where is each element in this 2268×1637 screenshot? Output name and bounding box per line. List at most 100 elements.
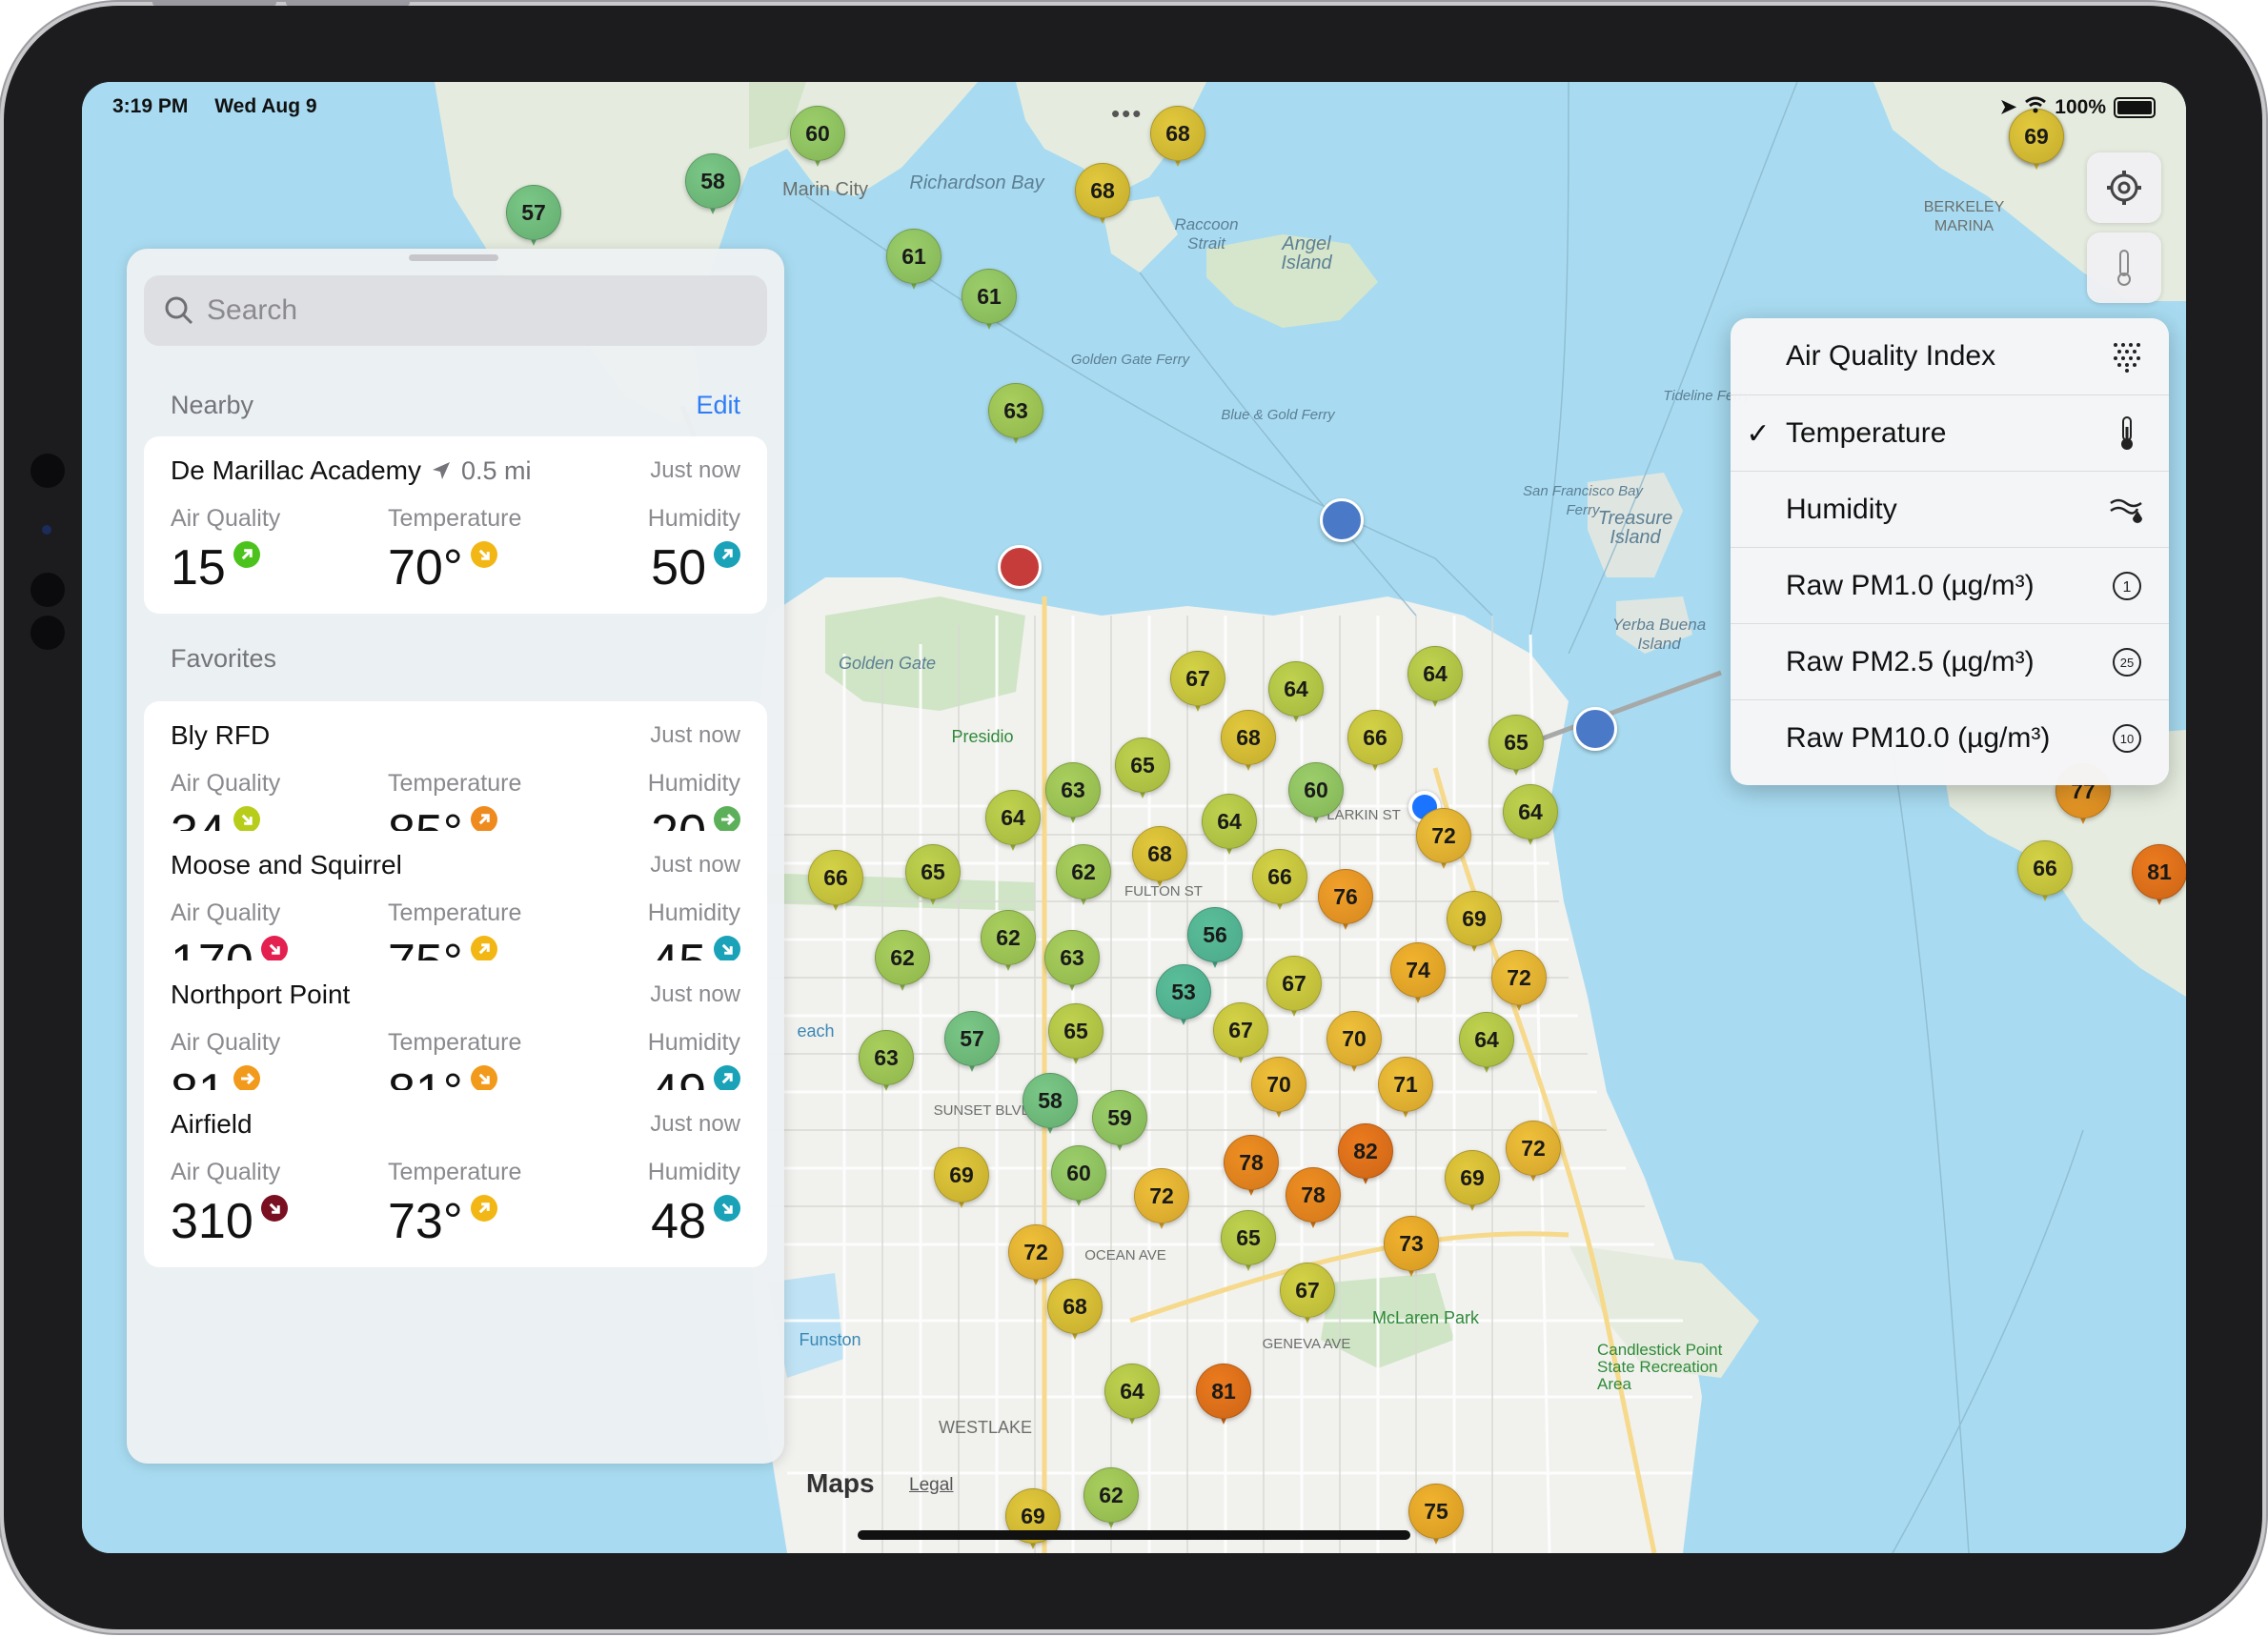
nearby-header: Nearby: [171, 391, 254, 419]
menu-item-pm10[interactable]: Raw PM10.0 (µg/m³) 10: [1731, 699, 2169, 777]
temperature-pin[interactable]: 74: [1390, 942, 1446, 1009]
location-name-row: De Marillac Academy 0.5 mi: [171, 455, 532, 486]
menu-item-pm25[interactable]: Raw PM2.5 (µg/m³) 25: [1731, 623, 2169, 700]
menu-item-temperature[interactable]: ✓ Temperature: [1731, 394, 2169, 472]
temperature-pin[interactable]: 69: [934, 1147, 989, 1214]
search-field[interactable]: Search: [144, 275, 767, 346]
settings-button[interactable]: [2087, 152, 2161, 223]
temperature-pin[interactable]: 62: [1083, 1467, 1139, 1534]
temperature-pin[interactable]: 66: [808, 850, 863, 917]
gear-icon: [2107, 171, 2141, 205]
temperature-pin[interactable]: 65: [905, 844, 961, 911]
temperature-pin[interactable]: 69: [1445, 1150, 1500, 1217]
temperature-pin[interactable]: 63: [1044, 930, 1100, 997]
temperature-pin[interactable]: 72: [1506, 1121, 1561, 1187]
temperature-pin[interactable]: 66: [1347, 710, 1403, 777]
temperature-pin[interactable]: 62: [981, 910, 1036, 977]
temperature-pin[interactable]: 70: [1251, 1057, 1306, 1123]
menu-item-aqi[interactable]: Air Quality Index: [1731, 318, 2169, 394]
drag-handle[interactable]: [409, 254, 498, 261]
temperature-pin[interactable]: 82: [1338, 1123, 1393, 1190]
temperature-pin[interactable]: 60: [1288, 762, 1344, 829]
temperature-pin[interactable]: 57: [506, 185, 561, 252]
pin-value: 67: [1280, 1263, 1335, 1318]
temperature-pin[interactable]: 68: [1221, 710, 1276, 777]
temperature-pin[interactable]: 62: [875, 930, 930, 997]
temperature-pin[interactable]: 68: [1075, 163, 1130, 230]
temperature-pin[interactable]: 78: [1286, 1167, 1341, 1234]
temperature-pin[interactable]: 60: [790, 106, 845, 172]
temperature-pin[interactable]: 60: [1051, 1145, 1106, 1212]
temperature-pin[interactable]: 63: [1045, 762, 1101, 829]
temperature-pin[interactable]: 64: [1104, 1364, 1160, 1430]
temperature-pin[interactable]: 62: [1056, 844, 1111, 911]
temperature-pin[interactable]: 72: [1134, 1168, 1189, 1235]
humidity-value: 50: [651, 539, 740, 596]
status-date: Wed Aug 9: [214, 95, 317, 117]
temperature-pin[interactable]: 69: [1005, 1488, 1061, 1553]
temperature-pin[interactable]: 68: [1132, 826, 1187, 893]
pin-value: 63: [1045, 762, 1101, 818]
temperature-pin[interactable]: 68: [1150, 106, 1205, 172]
temperature-pin[interactable]: 63: [988, 383, 1043, 450]
metric-label: Air Quality: [171, 505, 281, 532]
home-indicator[interactable]: [858, 1530, 1410, 1540]
temperature-pin[interactable]: 65: [1221, 1210, 1276, 1277]
temperature-pin[interactable]: 73: [1384, 1216, 1439, 1283]
temperature-value: 73°: [388, 1193, 497, 1250]
golden-gate-bridge-icon[interactable]: [998, 545, 1042, 589]
layer-button[interactable]: [2087, 232, 2161, 303]
temperature-pin[interactable]: 81: [1196, 1364, 1251, 1430]
location-card[interactable]: De Marillac Academy 0.5 mi Just now Air …: [144, 436, 767, 614]
location-name: Moose and Squirrel: [171, 850, 402, 879]
temperature-pin[interactable]: 78: [1224, 1135, 1279, 1202]
temperature-pin[interactable]: 67: [1170, 651, 1225, 717]
edit-button[interactable]: Edit: [696, 391, 740, 420]
temperature-pin[interactable]: 69: [1447, 891, 1502, 958]
temperature-pin[interactable]: 67: [1266, 956, 1322, 1022]
pin-value: 60: [1051, 1145, 1106, 1201]
temperature-pin[interactable]: 64: [1503, 784, 1558, 851]
menu-item-pm1[interactable]: Raw PM1.0 (µg/m³) 1: [1731, 547, 2169, 624]
pin-value: 62: [875, 930, 930, 985]
temperature-pin[interactable]: 63: [859, 1030, 914, 1097]
temperature-pin[interactable]: 72: [1416, 808, 1471, 875]
temperature-pin[interactable]: 58: [685, 153, 740, 220]
temperature-pin[interactable]: 81: [2132, 844, 2186, 911]
temperature-pin[interactable]: 65: [1115, 738, 1170, 804]
temperature-pin[interactable]: 75: [1408, 1484, 1464, 1550]
temperature-pin[interactable]: 64: [1268, 661, 1324, 728]
temperature-pin[interactable]: 66: [2017, 840, 2073, 907]
menu-item-label: Raw PM1.0 (µg/m³): [1786, 570, 2035, 601]
svg-text:10: 10: [2120, 732, 2134, 746]
location-name: Northport Point: [171, 980, 351, 1009]
temperature-pin[interactable]: 64: [1202, 794, 1257, 860]
temperature-pin[interactable]: 71: [1378, 1057, 1433, 1123]
bay-bridge-icon[interactable]: [1573, 707, 1617, 751]
temperature-pin[interactable]: 72: [1491, 950, 1547, 1017]
temperature-pin[interactable]: 67: [1280, 1263, 1335, 1329]
temperature-pin[interactable]: 65: [1488, 715, 1544, 781]
ferry-terminal-icon[interactable]: [1320, 498, 1364, 542]
multitask-dots-icon[interactable]: •••: [1111, 99, 1143, 129]
temperature-pin[interactable]: 61: [886, 229, 942, 295]
menu-item-humidity[interactable]: Humidity: [1731, 471, 2169, 548]
temperature-pin[interactable]: 65: [1048, 1003, 1104, 1070]
temperature-pin[interactable]: 58: [1023, 1073, 1078, 1140]
temperature-pin[interactable]: 66: [1252, 849, 1307, 916]
temperature-pin[interactable]: 64: [1459, 1012, 1514, 1079]
temperature-pin[interactable]: 68: [1047, 1279, 1103, 1345]
metric-label: Temperature: [388, 1159, 522, 1185]
pin-value: 66: [1347, 710, 1403, 765]
pm25-icon: 25: [2106, 641, 2148, 683]
legal-link[interactable]: Legal: [909, 1475, 954, 1496]
temperature-pin[interactable]: 64: [985, 790, 1041, 857]
temperature-pin[interactable]: 53: [1156, 964, 1211, 1031]
temperature-pin[interactable]: 76: [1318, 869, 1373, 936]
temperature-pin[interactable]: 70: [1326, 1011, 1382, 1078]
location-card[interactable]: Airfield Just now Air Quality Temperature Hu…: [144, 1090, 767, 1267]
temperature-pin[interactable]: 57: [944, 1011, 1000, 1078]
temperature-pin[interactable]: 64: [1407, 646, 1463, 713]
svg-text:25: 25: [2120, 656, 2134, 670]
temperature-pin[interactable]: 61: [962, 269, 1017, 335]
